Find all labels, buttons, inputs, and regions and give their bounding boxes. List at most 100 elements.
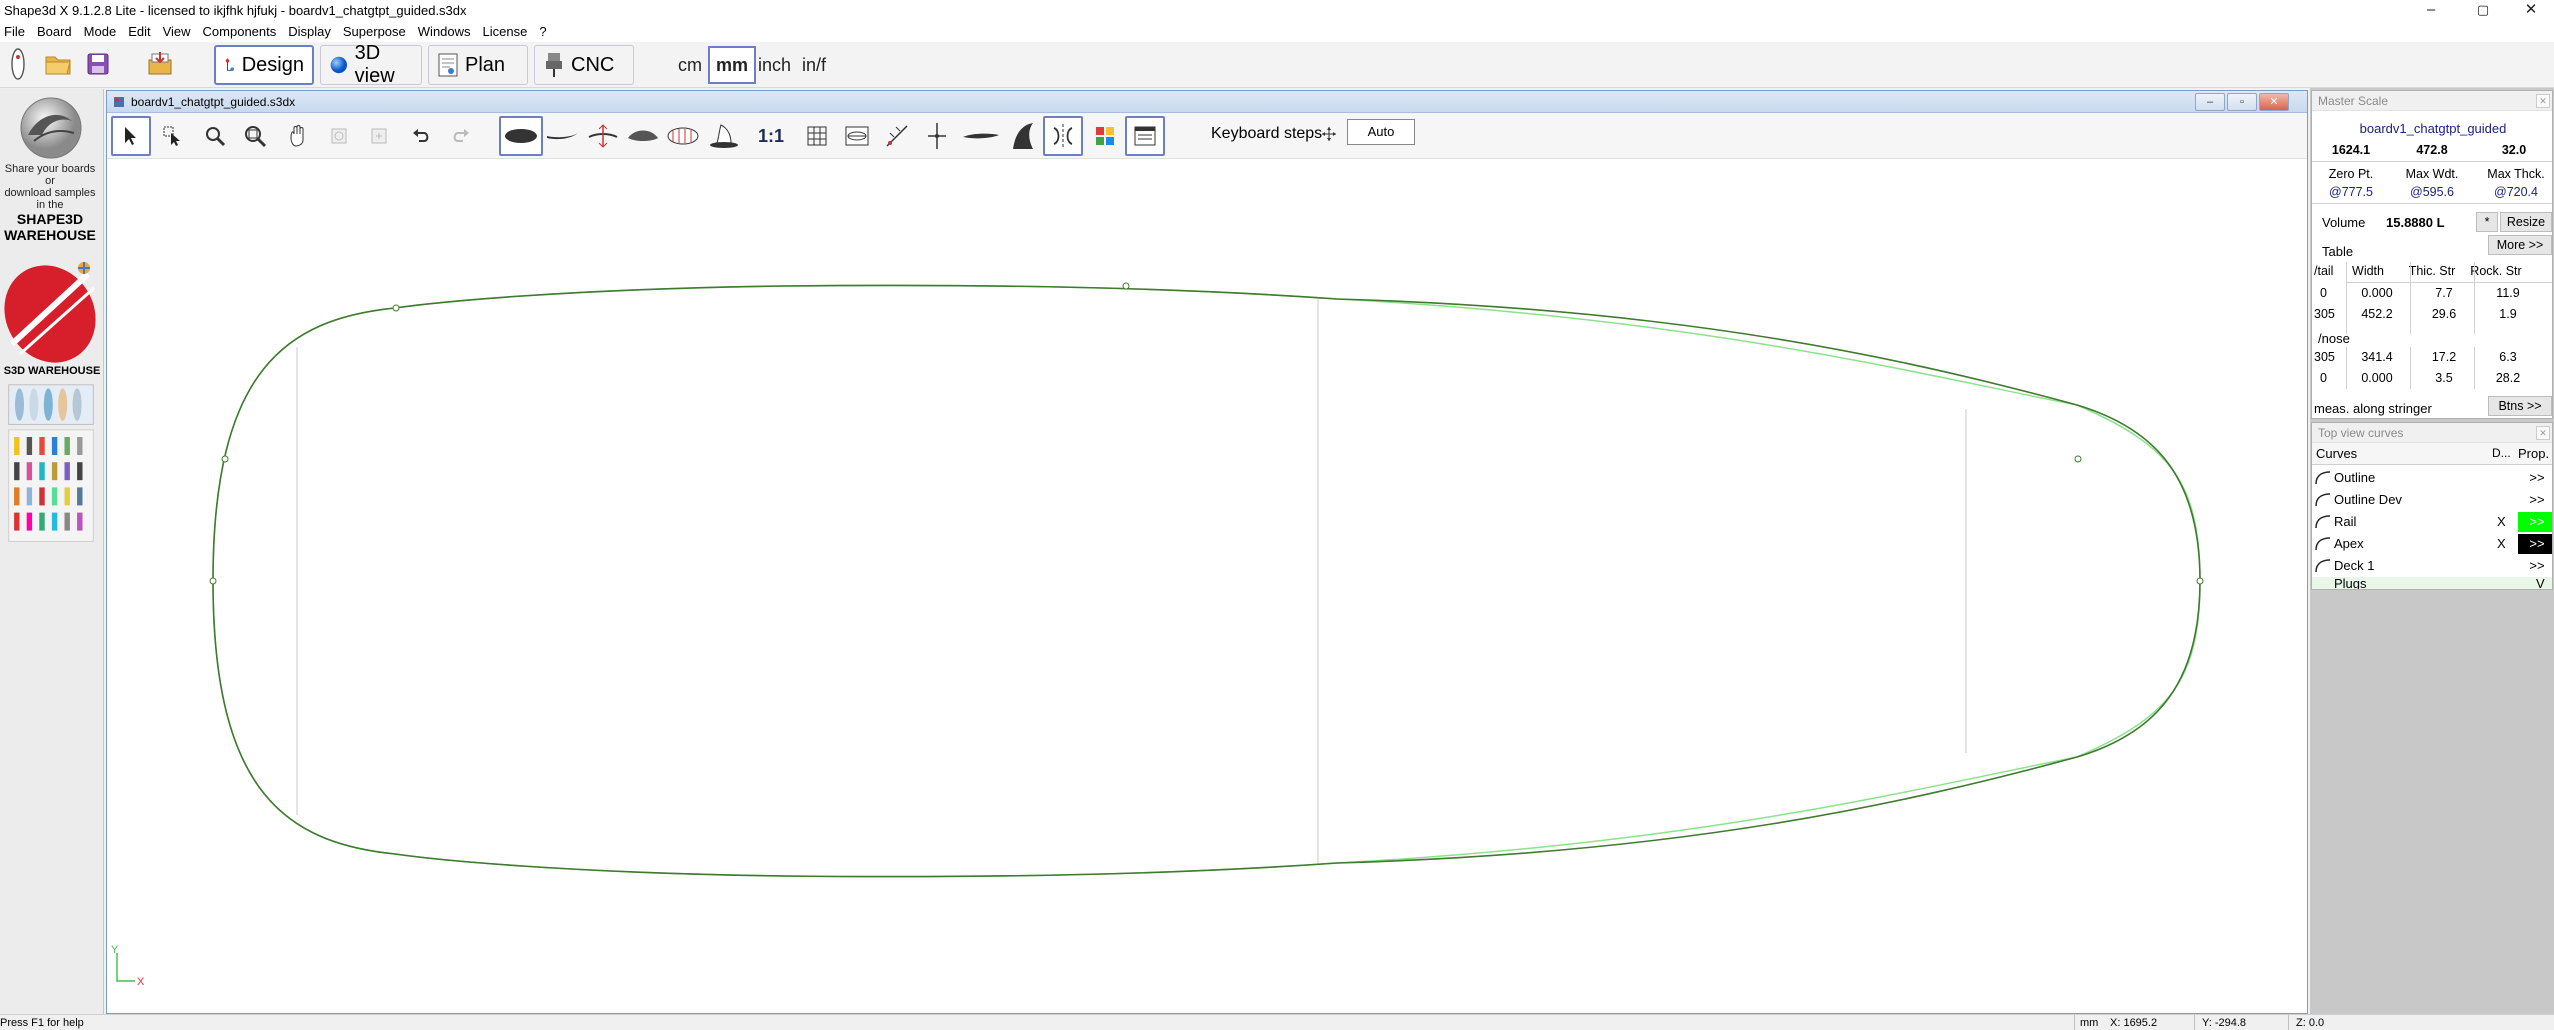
doc-minimize-button[interactable]: –: [2195, 93, 2225, 111]
curve-properties-button[interactable]: >>: [2518, 512, 2552, 532]
tail-row-rock[interactable]: 11.9: [2476, 286, 2540, 300]
curve-row-apex[interactable]: Apex X >>: [2312, 533, 2552, 555]
menu-superpose[interactable]: Superpose: [337, 22, 412, 42]
doc-close-button[interactable]: ✕: [2259, 93, 2289, 111]
btns-button[interactable]: Btns >>: [2488, 396, 2552, 416]
width-value[interactable]: 472.8: [2390, 143, 2474, 157]
side-view-button[interactable]: [543, 116, 583, 156]
section-view-button[interactable]: [623, 116, 663, 156]
curves-panel-header[interactable]: Top view curves ✕: [2312, 423, 2552, 443]
fin-view-button[interactable]: [705, 116, 745, 156]
save-icon[interactable]: [80, 46, 116, 82]
control-point-upper-1[interactable]: [392, 304, 400, 312]
warehouse-tag[interactable]: S3D WAREHOUSE: [0, 365, 104, 377]
nose-row-width[interactable]: 341.4: [2342, 350, 2412, 364]
menu-mode[interactable]: Mode: [78, 22, 123, 42]
resize-button[interactable]: Resize: [2500, 212, 2552, 232]
scale-1to1-button[interactable]: 1:1: [747, 116, 795, 156]
menu-display[interactable]: Display: [282, 22, 337, 42]
control-point-tail[interactable]: [209, 577, 217, 585]
curve-properties-button[interactable]: >>: [2518, 468, 2552, 488]
menu-components[interactable]: Components: [197, 22, 283, 42]
warehouse-thumbnails-image[interactable]: [2, 383, 100, 563]
curve-properties-button[interactable]: >>: [2518, 490, 2552, 510]
curve-properties-button[interactable]: >>: [2518, 534, 2552, 554]
outline-dev-curve[interactable]: [212, 284, 2201, 878]
redo-button[interactable]: [441, 116, 481, 156]
control-point-upper-3[interactable]: [2074, 455, 2082, 463]
top-view-button[interactable]: [499, 116, 543, 156]
warehouse-board-image[interactable]: [2, 254, 100, 374]
symmetry-button[interactable]: [1043, 116, 1083, 156]
maximize-button[interactable]: ▢: [2460, 0, 2506, 22]
nose-row-rock[interactable]: 6.3: [2476, 350, 2540, 364]
menu-help[interactable]: ?: [533, 22, 552, 42]
master-scale-header[interactable]: Master Scale ✕: [2312, 91, 2552, 111]
curve-display-flag[interactable]: X: [2497, 536, 2506, 551]
grid-toggle-button[interactable]: [797, 116, 837, 156]
superpose-board-button[interactable]: [959, 116, 1003, 156]
menu-windows[interactable]: Windows: [412, 22, 477, 42]
menu-license[interactable]: License: [477, 22, 534, 42]
curve-row-outline-dev[interactable]: Outline Dev >>: [2312, 489, 2552, 511]
nose-row-rock[interactable]: 28.2: [2476, 371, 2540, 385]
document-titlebar[interactable]: boardv1_chatgtpt_guided.s3dx – ▫ ✕: [107, 91, 2307, 113]
export-icon[interactable]: [142, 46, 178, 82]
curve-row-deck[interactable]: Deck 1 >>: [2312, 555, 2552, 577]
select-points-tool[interactable]: [153, 116, 193, 156]
tail-row-rock[interactable]: 1.9: [2476, 307, 2540, 321]
fins-button[interactable]: [1003, 116, 1043, 156]
mode-plan-button[interactable]: Plan: [428, 45, 528, 85]
board-outline-drawing[interactable]: Y X: [107, 159, 2307, 1013]
menu-view[interactable]: View: [157, 22, 197, 42]
copy-tool[interactable]: [319, 116, 359, 156]
zoom-window-tool[interactable]: [235, 116, 275, 156]
warehouse-title[interactable]: SHAPE3D WAREHOUSE: [0, 211, 100, 243]
more-button[interactable]: More >>: [2488, 235, 2552, 255]
nose-row-width[interactable]: 0.000: [2342, 371, 2412, 385]
menu-edit[interactable]: Edit: [122, 22, 156, 42]
master-scale-close-button[interactable]: ✕: [2536, 94, 2550, 108]
properties-panel-button[interactable]: [1125, 116, 1165, 156]
tail-row-thic[interactable]: 7.7: [2412, 286, 2476, 300]
curves-panel-close-button[interactable]: ✕: [2536, 426, 2550, 440]
nose-row-thic[interactable]: 3.5: [2412, 371, 2476, 385]
open-folder-icon[interactable]: [40, 46, 76, 82]
tail-row-width[interactable]: 0.000: [2342, 286, 2412, 300]
mode-3dview-button[interactable]: 3D view: [320, 42, 422, 87]
colors-button[interactable]: [1085, 116, 1125, 156]
control-point-upper-2[interactable]: [1122, 282, 1130, 290]
thickness-value[interactable]: 32.0: [2474, 143, 2552, 157]
control-point-nose[interactable]: [2196, 577, 2204, 585]
keyboard-steps-select[interactable]: Auto: [1347, 119, 1415, 145]
mode-cnc-button[interactable]: CNC: [534, 45, 634, 85]
tail-row-width[interactable]: 452.2: [2342, 307, 2412, 321]
center-line-button[interactable]: [917, 116, 957, 156]
nose-row-thic[interactable]: 17.2: [2412, 350, 2476, 364]
slices-view-button[interactable]: [583, 116, 623, 156]
outline-curve[interactable]: [212, 284, 2201, 878]
zoom-tool[interactable]: [195, 116, 235, 156]
new-board-icon[interactable]: [0, 46, 36, 82]
unit-inf-button[interactable]: in/f: [796, 46, 832, 84]
measure-tool-button[interactable]: [877, 116, 917, 156]
shape3d-logo-icon[interactable]: [18, 95, 84, 161]
unit-cm-button[interactable]: cm: [672, 46, 708, 84]
minimize-button[interactable]: –: [2408, 0, 2454, 22]
length-value[interactable]: 1624.1: [2312, 143, 2390, 157]
tail-row-thic[interactable]: 29.6: [2412, 307, 2476, 321]
paste-tool[interactable]: [359, 116, 399, 156]
plugs-value[interactable]: V: [2536, 576, 2545, 589]
curve-row-outline[interactable]: Outline >>: [2312, 467, 2552, 489]
unit-inch-button[interactable]: inch: [752, 46, 797, 84]
select-arrow-tool[interactable]: [111, 116, 151, 156]
undo-button[interactable]: [401, 116, 441, 156]
multi-section-button[interactable]: [663, 116, 703, 156]
curve-display-flag[interactable]: X: [2497, 514, 2506, 529]
curve-properties-button[interactable]: >>: [2518, 556, 2552, 576]
control-point-tail-upper[interactable]: [221, 455, 229, 463]
curve-row-rail[interactable]: Rail X >>: [2312, 511, 2552, 533]
mode-design-button[interactable]: Design: [214, 45, 314, 85]
menu-board[interactable]: Board: [31, 22, 78, 42]
doc-restore-button[interactable]: ▫: [2227, 93, 2257, 111]
